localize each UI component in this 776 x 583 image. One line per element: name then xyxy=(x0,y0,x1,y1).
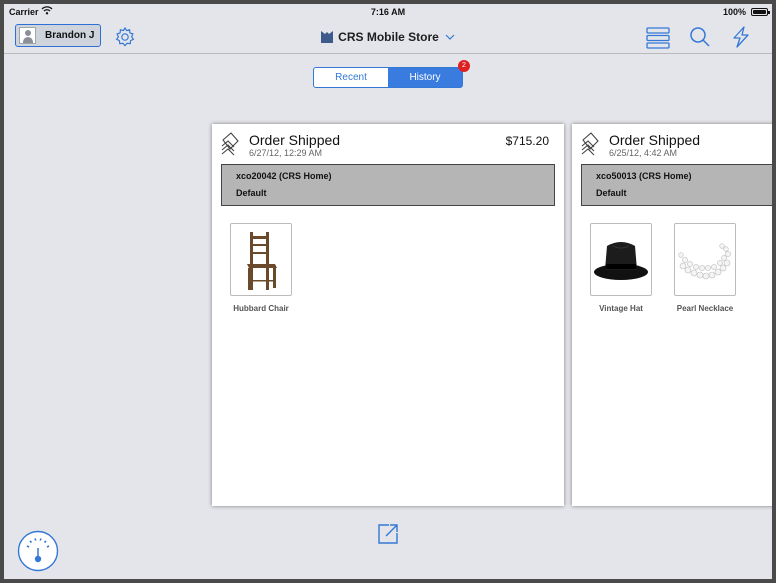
app-screen: Carrier 7:16 AM 100% Brandon J CRS Mobil… xyxy=(4,4,772,579)
tab-history[interactable]: History 2 xyxy=(388,60,470,87)
order-date: 6/25/12, 4:42 AM xyxy=(609,148,678,158)
store-flag-icon xyxy=(321,31,334,46)
order-card[interactable]: Order Shipped 6/25/12, 4:42 AM xco50013 … xyxy=(572,124,772,506)
battery-percent: 100% xyxy=(722,7,746,17)
share-icon[interactable] xyxy=(376,522,400,546)
receipt-icon xyxy=(580,132,600,158)
order-date: 6/27/12, 12:29 AM xyxy=(249,148,323,158)
product-item[interactable]: Hubbard Chair xyxy=(230,223,292,313)
order-status: Order Shipped xyxy=(249,132,341,148)
product-item[interactable]: Pearl Necklace xyxy=(674,223,736,313)
order-id: xco20042 (CRS Home) xyxy=(236,171,332,181)
status-bar: Carrier 7:16 AM 100% xyxy=(4,4,772,22)
gauge-icon[interactable] xyxy=(17,530,59,572)
product-name: Hubbard Chair xyxy=(233,304,289,313)
notification-badge: 2 xyxy=(458,60,470,72)
chevron-down-icon xyxy=(445,29,455,43)
menu-icon[interactable] xyxy=(646,26,670,55)
order-info-bar: xco50013 (CRS Home) Default xyxy=(581,164,772,206)
order-status: Order Shipped xyxy=(609,132,701,148)
lightning-icon[interactable] xyxy=(731,26,751,53)
product-name: Vintage Hat xyxy=(599,304,643,313)
necklace-icon xyxy=(674,223,736,296)
order-total: $715.20 xyxy=(505,134,549,148)
hat-icon xyxy=(590,223,652,296)
tab-recent[interactable]: Recent xyxy=(314,68,388,87)
clock: 7:16 AM xyxy=(370,7,406,17)
shipping-method: Default xyxy=(236,188,267,198)
store-title: CRS Mobile Store xyxy=(338,30,439,44)
product-name: Pearl Necklace xyxy=(676,304,734,313)
chair-icon xyxy=(230,223,292,296)
receipt-icon xyxy=(220,132,240,158)
product-item[interactable]: Vintage Hat xyxy=(590,223,652,313)
nav-bar: Brandon J CRS Mobile Store xyxy=(4,22,772,54)
shipping-method: Default xyxy=(596,188,627,198)
tab-history-label: History xyxy=(409,72,441,83)
order-id: xco50013 (CRS Home) xyxy=(596,171,692,181)
order-info-bar: xco20042 (CRS Home) Default xyxy=(221,164,555,206)
recent-history-segmented-control: Recent History 2 xyxy=(313,60,470,88)
order-card[interactable]: Order Shipped 6/27/12, 12:29 AM $715.20 … xyxy=(212,124,564,506)
search-icon[interactable] xyxy=(689,26,711,53)
battery-icon xyxy=(751,8,770,16)
